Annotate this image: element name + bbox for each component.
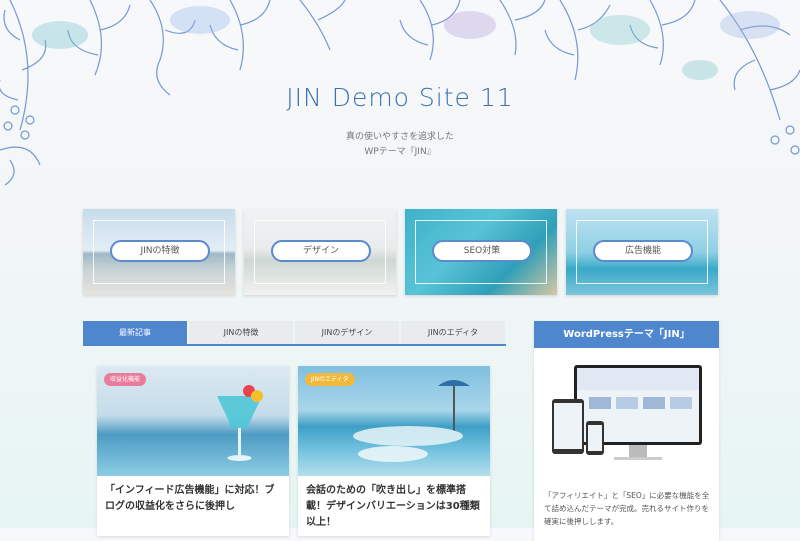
pickup-button[interactable]: デザイン (271, 240, 371, 262)
widget-description: 「アフィリエイト」と「SEO」に必要な機能を全て詰め込んだテーマが完成。売れるサ… (544, 491, 710, 526)
tab-latest[interactable]: 最新記事 (83, 321, 187, 344)
pickup-card-seo[interactable]: SEO対策 (405, 209, 557, 295)
pickup-card-ads[interactable]: 広告機能 (566, 209, 718, 295)
post-title[interactable]: 会話のための「吹き出し」を標準搭載！デザインバリエーションは30種類以上！ (306, 483, 482, 531)
post-card[interactable]: 収益化機能 「インフィード広告機能」に対応！ブログの収益化をさらに後押し (97, 366, 289, 536)
tagline-line-2: WPテーマ『JIN』 (364, 147, 436, 157)
sidebar-widget: WordPressテーマ「JIN」 「アフィリエイト」と「SEO」に必要な機能を… (534, 321, 719, 541)
tab-editor[interactable]: JINのエディタ (401, 321, 505, 344)
theme-mockup-image[interactable] (544, 359, 709, 469)
site-title[interactable]: JIN Demo Site 11 (0, 83, 800, 112)
pickup-card-design[interactable]: デザイン (244, 209, 396, 295)
category-badge[interactable]: 収益化機能 (104, 373, 147, 386)
pickup-button[interactable]: JINの特徴 (110, 240, 210, 262)
category-badge[interactable]: JINのエディタ (305, 373, 355, 386)
tab-underline (83, 344, 506, 346)
widget-heading: WordPressテーマ「JIN」 (534, 321, 719, 348)
site-tagline: 真の使いやすさを追求した WPテーマ『JIN』 (0, 130, 800, 160)
post-title[interactable]: 「インフィード広告機能」に対応！ブログの収益化をさらに後押し (105, 483, 281, 515)
site-header: JIN Demo Site 11 真の使いやすさを追求した WPテーマ『JIN』 (0, 0, 800, 200)
tagline-line-1: 真の使いやすさを追求した (345, 132, 454, 142)
pickup-button[interactable]: SEO対策 (432, 240, 532, 262)
tab-design[interactable]: JINのデザイン (295, 321, 399, 344)
tab-features[interactable]: JINの特徴 (189, 321, 293, 344)
pickup-content: JINの特徴 デザイン SEO対策 広告機能 (83, 209, 719, 295)
post-tabs: 最新記事 JINの特徴 JINのデザイン JINのエディタ (83, 321, 506, 344)
pickup-button[interactable]: 広告機能 (593, 240, 693, 262)
pickup-card-features[interactable]: JINの特徴 (83, 209, 235, 295)
post-card[interactable]: JINのエディタ 会話のための「吹き出し」を標準搭載！デザインバリエーションは3… (298, 366, 490, 536)
